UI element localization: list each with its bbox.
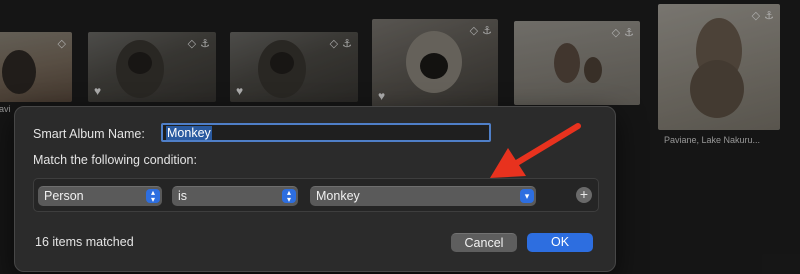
photo-thumbnail[interactable]: ◇ ⚓ ♥ [88,32,216,102]
tag-icon: ◇ [329,38,339,50]
smart-album-dialog: Smart Album Name: Monkey Match the follo… [14,106,616,272]
heart-icon[interactable]: ♥ [94,84,101,98]
album-name-input[interactable]: Monkey [161,123,491,142]
ok-button[interactable]: OK [527,233,593,252]
condition-rule-row: Person ▴ ▾ is ▴ ▾ Monkey ▾ + [33,178,599,212]
chevron-down-icon: ▾ [520,189,534,203]
chevron-updown-icon: ▴ ▾ [282,189,296,204]
operator-popup[interactable]: is ▴ ▾ [172,186,298,206]
tag-icon: ◇ [187,38,197,50]
chevron-updown-icon: ▴ ▾ [146,189,160,204]
location-icon: ⚓ [764,10,774,22]
tag-icon: ◇ [611,27,621,39]
photo-thumbnail[interactable]: ◇ [0,32,72,102]
photo-thumbnail[interactable]: ◇ ⚓ [514,21,640,105]
tag-icon: ◇ [57,38,66,50]
photo-thumbnail[interactable]: ◇ ⚓ ♥ [230,32,358,102]
operator-popup-label: is [178,189,188,203]
matched-count: 16 items matched [35,235,134,249]
location-icon: ⚓ [624,27,634,39]
photo-caption: Paviane, Lake Nakuru... [664,135,761,145]
heart-icon[interactable]: ♥ [378,89,385,103]
tag-icon: ◇ [751,10,761,22]
field-popup[interactable]: Person ▴ ▾ [38,186,162,206]
location-icon: ⚓ [482,25,492,37]
album-name-value: Monkey [166,126,212,140]
value-popup-label: Monkey [316,189,360,203]
photo-thumbnail[interactable]: ◇ ⚓ [658,4,780,130]
tag-icon: ◇ [469,25,479,37]
cancel-button[interactable]: Cancel [451,233,517,252]
album-name-label: Smart Album Name: [33,127,145,141]
condition-label: Match the following condition: [33,153,197,167]
heart-icon[interactable]: ♥ [236,84,243,98]
plus-icon: + [579,186,589,202]
field-popup-label: Person [44,189,84,203]
add-condition-button[interactable]: + [576,187,592,203]
photo-caption: avi [0,104,11,114]
location-icon: ⚓ [342,38,352,50]
location-icon: ⚓ [200,38,210,50]
photo-thumbnail[interactable]: ◇ ⚓ ♥ [372,19,498,107]
value-popup[interactable]: Monkey ▾ [310,186,536,206]
